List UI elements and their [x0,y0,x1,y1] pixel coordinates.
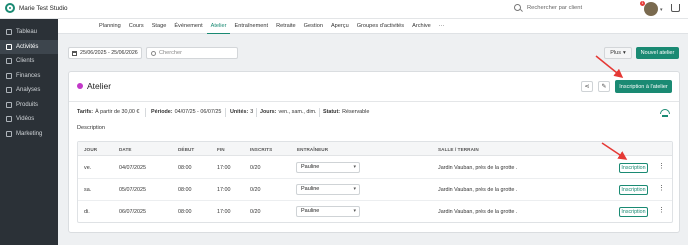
annotation-arrows [595,55,628,160]
annotation-arrow [601,142,628,160]
annotation-arrow [595,55,624,78]
